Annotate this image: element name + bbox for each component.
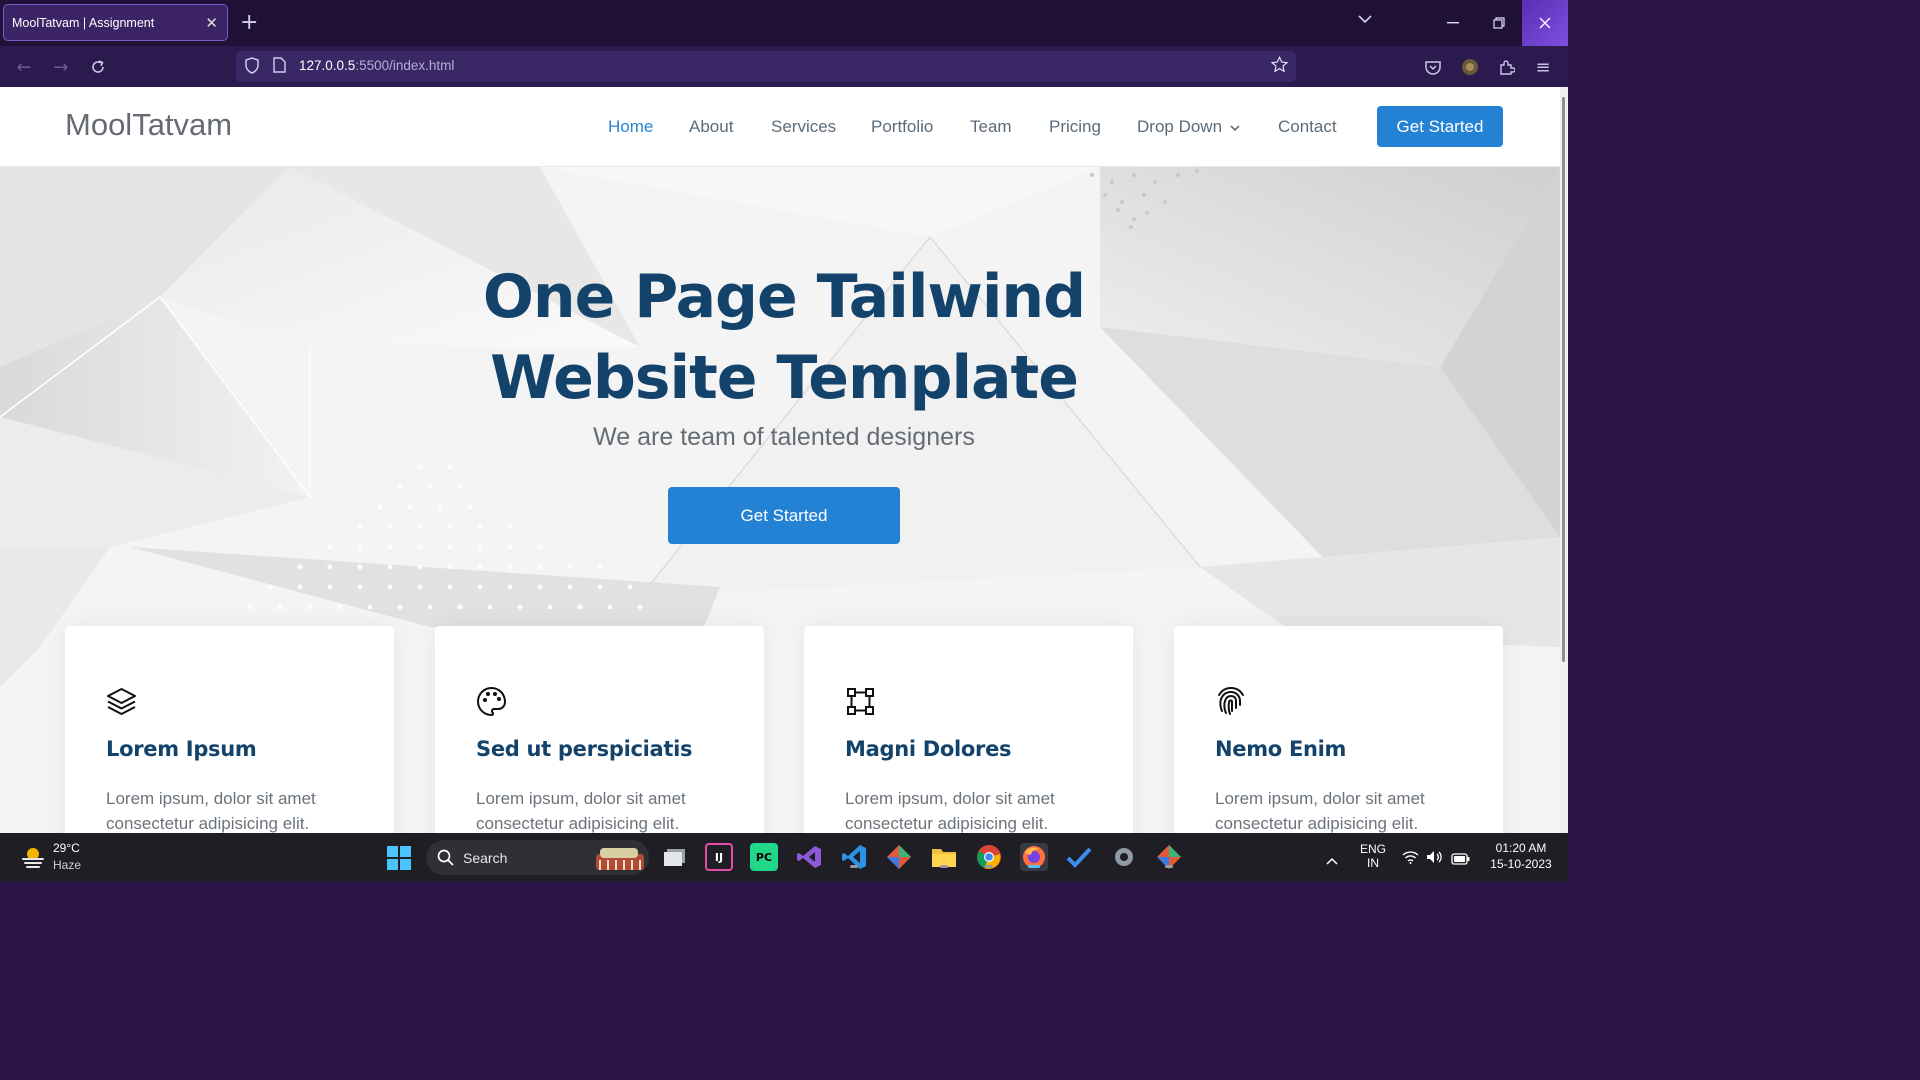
nav-dropdown[interactable]: Drop Down bbox=[1137, 117, 1240, 137]
forward-icon[interactable]: → bbox=[48, 54, 74, 80]
haze-weather-icon[interactable] bbox=[20, 844, 46, 870]
hero-title-line2: Website Template bbox=[490, 343, 1079, 413]
app-menu-icon[interactable]: ≡ bbox=[1530, 54, 1556, 80]
palette-icon bbox=[476, 686, 507, 717]
feature-card-text: Lorem ipsum, dolor sit amet consectetur … bbox=[845, 789, 1055, 833]
reload-icon[interactable] bbox=[85, 54, 111, 80]
language-code: ENG bbox=[1359, 842, 1386, 856]
search-icon bbox=[437, 849, 454, 866]
layers-icon bbox=[107, 688, 136, 715]
running-indicator bbox=[1165, 865, 1173, 868]
task-view-icon[interactable] bbox=[661, 843, 689, 871]
header-get-started-button[interactable]: Get Started bbox=[1377, 106, 1503, 147]
back-icon[interactable]: ← bbox=[11, 54, 37, 80]
shield-icon[interactable] bbox=[244, 57, 260, 78]
battery-icon[interactable] bbox=[1451, 850, 1470, 869]
feature-card[interactable]: Nemo Enim Lorem ipsum, dolor sit amet co… bbox=[1174, 626, 1503, 833]
nav-contact[interactable]: Contact bbox=[1278, 117, 1337, 137]
nav-pricing[interactable]: Pricing bbox=[1049, 117, 1101, 137]
feature-card-title: Sed ut perspiciatis bbox=[476, 737, 693, 761]
hero-title-line1: One Page Tailwind bbox=[482, 262, 1086, 332]
firefox-icon[interactable] bbox=[1020, 843, 1048, 871]
extensions-icon[interactable] bbox=[1494, 54, 1520, 80]
hero-get-started-button[interactable]: Get Started bbox=[668, 487, 900, 544]
bounding-box-icon bbox=[847, 688, 874, 715]
clock[interactable]: 01:20 AM 15-10-2023 bbox=[1480, 841, 1562, 871]
scrollbar-thumb[interactable] bbox=[1562, 97, 1565, 662]
vscode-icon[interactable] bbox=[840, 843, 868, 871]
new-tab-icon[interactable]: + bbox=[240, 10, 258, 35]
search-label: Search bbox=[463, 850, 508, 866]
taskbar-search-box[interactable]: Search bbox=[426, 840, 649, 875]
region-code: IN bbox=[1367, 856, 1379, 870]
clock-date: 15-10-2023 bbox=[1490, 857, 1552, 871]
pocket-icon[interactable] bbox=[1420, 54, 1446, 80]
hero-section: One Page Tailwind Website Template We ar… bbox=[0, 167, 1560, 833]
todo-check-icon[interactable] bbox=[1065, 843, 1093, 871]
profile-avatar[interactable] bbox=[1457, 54, 1483, 80]
hero-title: One Page Tailwind Website Template bbox=[380, 257, 1188, 419]
show-hidden-icons-chevron-icon[interactable] bbox=[1325, 851, 1339, 870]
chevron-down-icon bbox=[1230, 125, 1240, 132]
site-logo[interactable]: MoolTatvam bbox=[65, 107, 232, 143]
tab-close-icon[interactable]: ✕ bbox=[205, 14, 218, 32]
search-highlight-image bbox=[596, 848, 644, 870]
address-bar[interactable]: 127.0.0.5:5500/index.html bbox=[236, 51, 1296, 82]
chrome-icon[interactable] bbox=[975, 843, 1003, 871]
browser-tab-bar: MoolTatvam | Assignment ✕ + bbox=[0, 0, 1568, 46]
running-indicator bbox=[940, 865, 948, 868]
nav-services[interactable]: Services bbox=[771, 117, 836, 137]
fingerprint-icon bbox=[1218, 686, 1244, 715]
nav-portfolio[interactable]: Portfolio bbox=[871, 117, 933, 137]
feature-card[interactable]: Magni Dolores Lorem ipsum, dolor sit ame… bbox=[804, 626, 1133, 833]
browser-toolbar: ← → 127.0.0.5:5500/index.html ≡ bbox=[0, 46, 1568, 87]
tab-title: MoolTatvam | Assignment bbox=[12, 15, 155, 30]
nav-home[interactable]: Home bbox=[608, 117, 653, 137]
taskbar: 29°C Haze Search IJ PC ENG IN 01:20 AM 1… bbox=[0, 833, 1568, 882]
running-indicator bbox=[850, 865, 858, 868]
list-tabs-chevron-icon[interactable] bbox=[1358, 12, 1372, 28]
clock-time: 01:20 AM bbox=[1495, 841, 1547, 855]
wifi-icon[interactable] bbox=[1402, 849, 1419, 868]
web-page: MoolTatvam Home About Services Portfolio… bbox=[0, 87, 1560, 833]
feature-card-title: Nemo Enim bbox=[1215, 737, 1347, 761]
visual-studio-icon[interactable] bbox=[795, 843, 823, 871]
feature-card[interactable]: Lorem Ipsum Lorem ipsum, dolor sit amet … bbox=[65, 626, 394, 833]
bookmark-star-icon[interactable] bbox=[1270, 55, 1289, 77]
close-window-icon[interactable] bbox=[1522, 0, 1568, 46]
nav-about[interactable]: About bbox=[689, 117, 733, 137]
weather-condition[interactable]: Haze bbox=[53, 858, 81, 872]
weather-temperature[interactable]: 29°C bbox=[53, 841, 80, 855]
page-icon[interactable] bbox=[273, 57, 286, 77]
nav-dropdown-label: Drop Down bbox=[1137, 117, 1223, 136]
nav-team[interactable]: Team bbox=[970, 117, 1012, 137]
feature-card-title: Lorem Ipsum bbox=[106, 737, 257, 761]
page-scrollbar[interactable] bbox=[1560, 87, 1568, 833]
file-explorer-icon[interactable] bbox=[930, 843, 958, 871]
windows-start-icon[interactable] bbox=[386, 845, 412, 871]
site-header: MoolTatvam Home About Services Portfolio… bbox=[0, 87, 1560, 167]
git-tool-icon[interactable] bbox=[885, 843, 913, 871]
running-indicator bbox=[985, 865, 993, 868]
minimize-icon[interactable] bbox=[1430, 0, 1476, 46]
restore-icon[interactable] bbox=[1476, 0, 1522, 46]
feature-card-text: Lorem ipsum, dolor sit amet consectetur … bbox=[1215, 789, 1425, 833]
git-tool-icon-2[interactable] bbox=[1155, 843, 1183, 871]
feature-card-title: Magni Dolores bbox=[845, 737, 1012, 761]
language-indicator[interactable]: ENG IN bbox=[1358, 842, 1388, 870]
feature-card-text: Lorem ipsum, dolor sit amet consectetur … bbox=[106, 789, 316, 833]
settings-gear-icon[interactable] bbox=[1110, 843, 1138, 871]
url-text: 127.0.0.5:5500/index.html bbox=[299, 58, 455, 73]
hero-subtitle: We are team of talented designers bbox=[593, 423, 975, 451]
browser-tab[interactable]: MoolTatvam | Assignment ✕ bbox=[3, 4, 228, 41]
intellij-idea-icon[interactable]: IJ bbox=[705, 843, 733, 871]
active-indicator bbox=[1028, 865, 1040, 868]
pycharm-icon[interactable]: PC bbox=[750, 843, 778, 871]
feature-card[interactable]: Sed ut perspiciatis Lorem ipsum, dolor s… bbox=[435, 626, 764, 833]
feature-card-text: Lorem ipsum, dolor sit amet consectetur … bbox=[476, 789, 686, 833]
volume-icon[interactable] bbox=[1426, 849, 1443, 868]
